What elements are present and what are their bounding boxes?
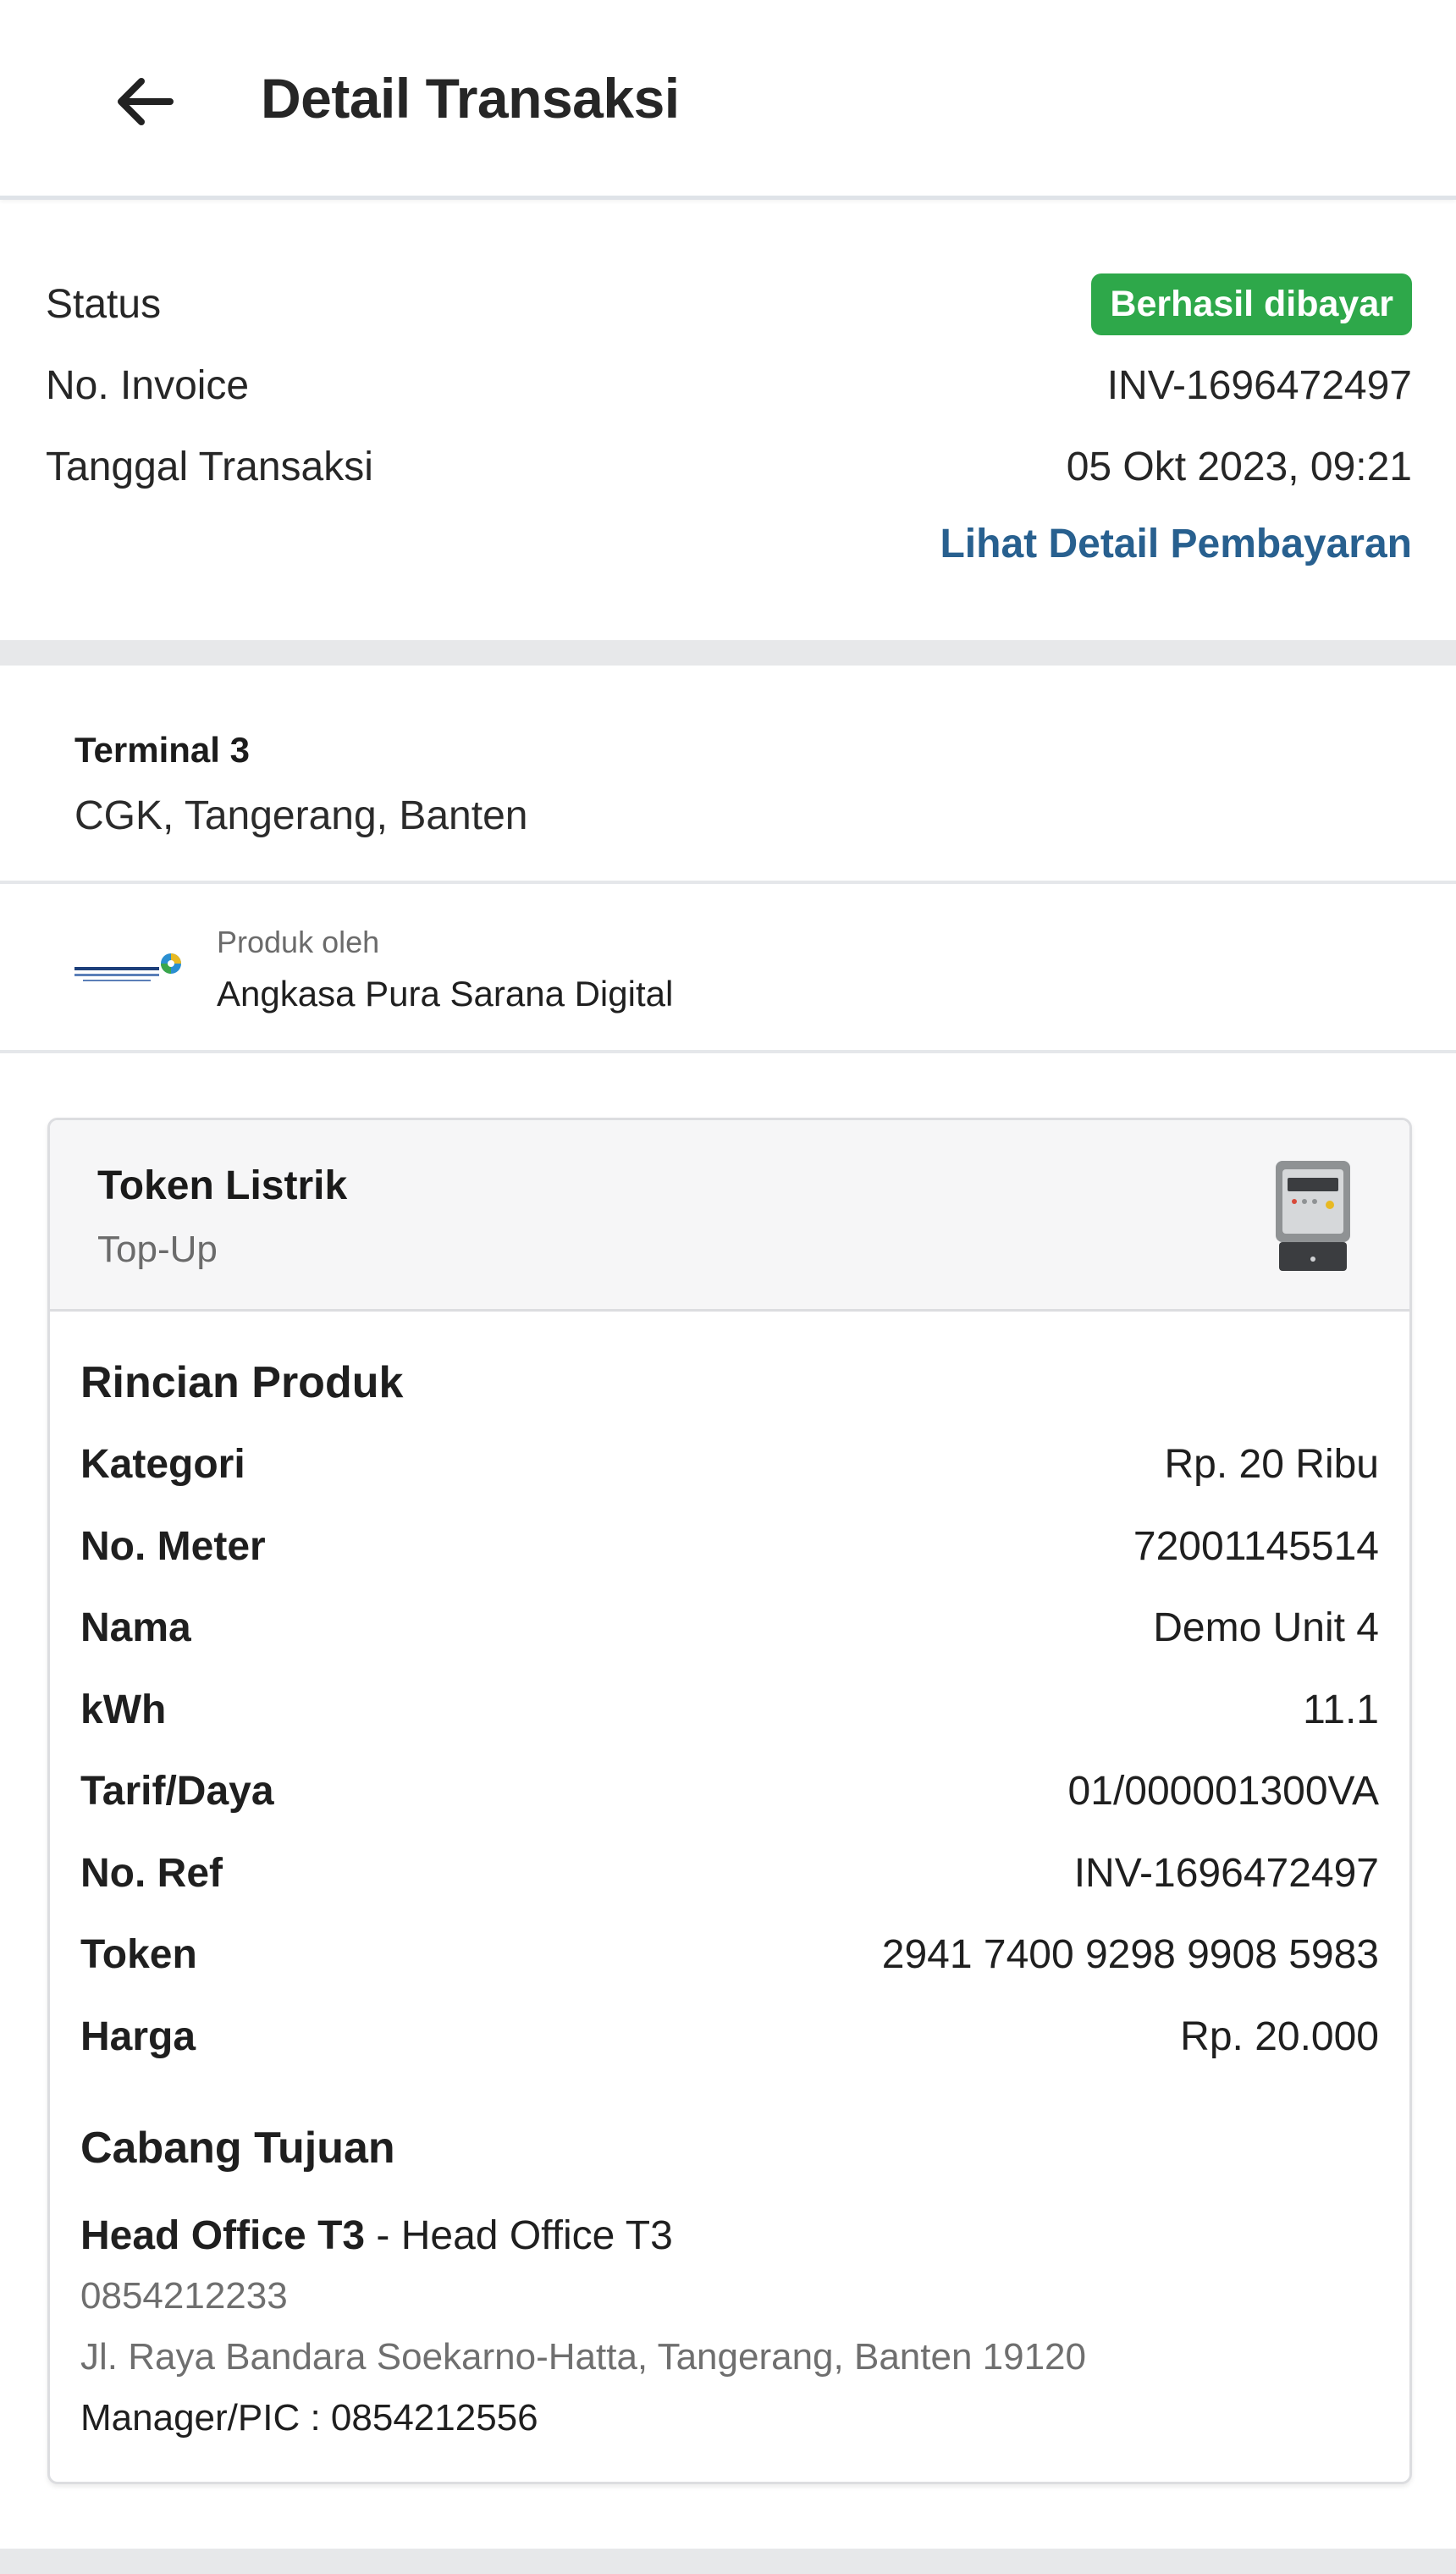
detail-row: Nama Demo Unit 4: [80, 1598, 1379, 1657]
invoice-row: No. Invoice INV-1696472497: [46, 351, 1412, 419]
detail-value: 11.1: [1303, 1687, 1379, 1732]
detail-value: Rp. 20 Ribu: [1164, 1441, 1379, 1487]
detail-label: Kategori: [80, 1441, 245, 1487]
arrow-left-icon: [118, 78, 174, 125]
transaction-summary: Status Berhasil dibayar No. Invoice INV-…: [0, 204, 1456, 640]
detail-row: No. Ref INV-1696472497: [80, 1843, 1379, 1903]
detail-row: Kategori Rp. 20 Ribu: [80, 1434, 1379, 1494]
details-title: Rincian Produk: [80, 1358, 404, 1407]
detail-row: kWh 11.1: [80, 1680, 1379, 1739]
provider-section: [0, 887, 1456, 1053]
detail-label: Nama: [80, 1605, 191, 1650]
token-row: Token 2941 7400 9298 9908 5983: [80, 1925, 1379, 1984]
branch-phone: 0854212233: [80, 2275, 288, 2317]
detail-label: No. Meter: [80, 1523, 266, 1569]
detail-row: Harga Rp. 20.000: [80, 2007, 1379, 2066]
invoice-value: INV-1696472497: [1106, 362, 1412, 408]
detail-label: Harga: [80, 2013, 196, 2059]
section-divider: [0, 640, 1456, 666]
detail-value: Rp. 20.000: [1180, 2013, 1379, 2059]
electric-meter-icon: [1276, 1161, 1350, 1271]
date-label: Tanggal Transaksi: [46, 444, 373, 489]
product-card-header: Token Listrik Top-Up: [50, 1120, 1409, 1312]
branch-office: Head Office T3: [400, 2213, 673, 2258]
detail-label: Tarif/Daya: [80, 1768, 274, 1814]
product-subtitle: Top-Up: [97, 1229, 218, 1270]
page-title: Detail Transaksi: [261, 67, 680, 130]
provider-label: Produk oleh: [217, 925, 380, 959]
status-badge: Berhasil dibayar: [1091, 273, 1412, 335]
branch-name-line: Head Office T3 - Head Office T3: [80, 2212, 673, 2259]
detail-value: 01/000001300VA: [1067, 1768, 1379, 1814]
date-value: 05 Okt 2023, 09:21: [1066, 444, 1412, 489]
detail-label: Token: [80, 1931, 197, 1977]
branch-title: Cabang Tujuan: [80, 2124, 395, 2173]
detail-label: No. Ref: [80, 1850, 223, 1896]
detail-value: INV-1696472497: [1073, 1850, 1379, 1896]
location-address: CGK, Tangerang, Banten: [74, 793, 528, 838]
token-value[interactable]: 2941 7400 9298 9908 5983: [882, 1931, 1379, 1978]
detail-row: No. Meter 72001145514: [80, 1516, 1379, 1576]
bottom-divider: [0, 2549, 1456, 2574]
payment-detail-link[interactable]: Lihat Detail Pembayaran: [940, 521, 1412, 567]
detail-value: 72001145514: [1133, 1523, 1379, 1569]
branch-separator: -: [365, 2213, 401, 2258]
branch-address: Jl. Raya Bandara Soekarno-Hatta, Tangera…: [80, 2336, 1086, 2378]
location-name: Terminal 3: [74, 730, 250, 770]
date-row: Tanggal Transaksi 05 Okt 2023, 09:21: [46, 433, 1412, 500]
back-button[interactable]: [102, 59, 186, 144]
product-card: Token Listrik Top-Up Rincian Produk Kate…: [47, 1118, 1412, 2484]
angkasa-pura-logo: [74, 953, 181, 981]
location-section: [0, 666, 1456, 884]
status-label: Status: [46, 281, 162, 327]
detail-label: kWh: [80, 1687, 167, 1732]
detail-row: Tarif/Daya 01/000001300VA: [80, 1761, 1379, 1820]
product-title: Token Listrik: [97, 1163, 348, 1208]
app-bar: Detail Transaksi: [0, 0, 1456, 200]
branch-name: Head Office T3: [80, 2213, 366, 2258]
provider-name: Angkasa Pura Sarana Digital: [217, 974, 674, 1014]
detail-value: Demo Unit 4: [1153, 1605, 1379, 1650]
invoice-label: No. Invoice: [46, 362, 250, 408]
status-row: Status Berhasil dibayar: [46, 270, 1412, 338]
branch-pic: Manager/PIC : 0854212556: [80, 2397, 538, 2439]
